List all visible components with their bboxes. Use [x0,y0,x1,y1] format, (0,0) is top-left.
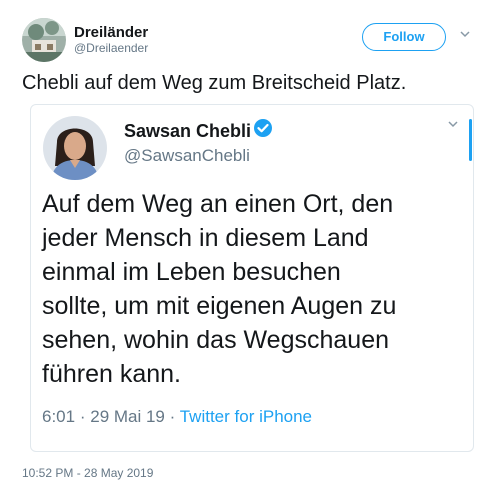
quoted-author-avatar[interactable] [43,116,107,180]
quoted-tweet-text: Auf dem Weg an einen Ort, den jeder Mens… [42,187,452,391]
author-handle[interactable]: @Dreilaender [74,41,148,55]
avatar-image [43,116,107,180]
quoted-tweet-meta: 6:01 · 29 Mai 19 · Twitter for iPhone [42,407,312,427]
chevron-down-icon[interactable] [446,117,460,131]
text-line: führen kann. [42,360,181,388]
text-line: einmal im Leben besuchen [42,258,341,286]
source-link[interactable]: Twitter for iPhone [180,407,312,426]
scrollbar[interactable] [469,119,472,161]
author-avatar[interactable] [22,18,66,62]
quoted-time[interactable]: 6:01 [42,407,75,426]
separator: · [169,407,176,426]
tweet-text: Chebli auf dem Weg zum Breitscheid Platz… [22,72,407,94]
text-line: Auf dem Weg an einen Ort, den [42,190,394,218]
avatar-image [22,18,66,62]
quoted-tweet-card[interactable]: Sawsan Chebli @SawsanChebli Auf dem Weg … [30,104,474,452]
follow-button[interactable]: Follow [362,23,446,51]
author-name[interactable]: Dreiländer [74,24,148,41]
quoted-date[interactable]: 29 Mai 19 [90,407,165,426]
text-line: jeder Mensch in diesem Land [42,224,369,252]
tweet-timestamp[interactable]: 10:52 PM - 28 May 2019 [22,466,153,480]
text-line: sehen, wohin das Wegschauen [42,326,389,354]
verified-badge-icon [254,119,272,137]
text-line: sollte, um mit eigenen Augen zu [42,292,397,320]
quoted-author-name[interactable]: Sawsan Chebli [124,121,251,142]
separator: · [79,407,86,426]
quoted-author-handle[interactable]: @SawsanChebli [124,146,250,166]
chevron-down-icon[interactable] [458,27,472,41]
